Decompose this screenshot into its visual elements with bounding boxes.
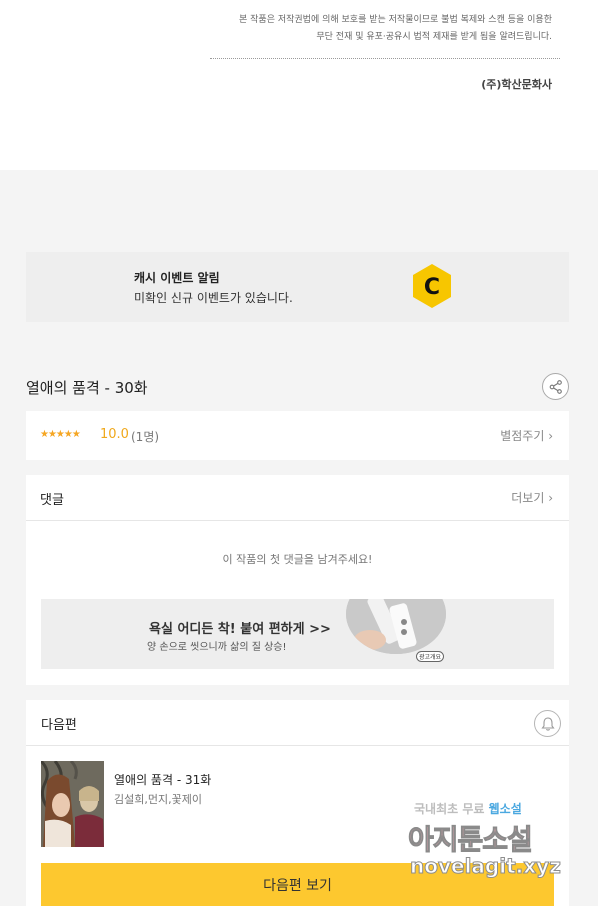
watermark-line-2: 아지툰소설 — [408, 823, 534, 857]
copyright-line-1: 본 작품은 저작권법에 의해 보호를 받는 저작물이므로 불법 복제와 스캔 등… — [239, 15, 552, 25]
copyright-line-2: 무단 전재 및 유포·공유시 법적 제재를 받게 됨을 알려드립니다. — [316, 32, 552, 42]
rating-card: ★★★★★ 10.0 (1명) 별점주기 › — [26, 411, 569, 460]
next-episode-thumbnail[interactable] — [41, 761, 104, 847]
publisher-name: (주)학산문화사 — [481, 78, 552, 91]
next-episode-section-title: 다음편 — [41, 718, 77, 733]
watermark-line-1-highlight: 웹소설 — [488, 802, 522, 816]
watermark-line-1-text: 국내최초 무료 — [414, 802, 489, 816]
rate-button[interactable]: 별점주기 › — [500, 427, 553, 444]
comments-header: 댓글 더보기 › — [26, 475, 569, 521]
svg-text:C: C — [424, 275, 440, 300]
ad-product-image — [346, 599, 446, 654]
next-episode-authors: 김설희,먼지,꽃제이 — [114, 793, 202, 806]
copyright-notice: 본 작품은 저작권법에 의해 보호를 받는 저작물이므로 불법 복제와 스캔 등… — [239, 12, 552, 46]
comments-card: 댓글 더보기 › 이 작품의 첫 댓글을 남겨주세요! 욕실 어디든 착! 붙여… — [26, 475, 569, 685]
ad-label-badge: 광고개요 — [416, 651, 445, 662]
watermark-line-3: novelagit.xyz — [410, 854, 562, 879]
copyright-section: 본 작품은 저작권법에 의해 보호를 받는 저작물이므로 불법 복제와 스캔 등… — [0, 0, 598, 170]
ad-description: 양 손으로 씻으니까 삶의 질 상승! — [147, 642, 287, 653]
cash-event-title: 캐시 이벤트 알림 — [134, 271, 220, 285]
rating-count: (1명) — [131, 430, 160, 444]
watermark: 국내최초 무료 웹소설 아지툰소설 novelagit.xyz — [408, 800, 598, 906]
episode-title: 열애의 품격 - 30화 — [26, 379, 148, 397]
share-icon — [549, 380, 562, 394]
share-button[interactable] — [542, 373, 569, 400]
cash-event-banner[interactable]: 캐시 이벤트 알림 미확인 신규 이벤트가 있습니다. C — [26, 252, 569, 322]
comments-more-link[interactable]: 더보기 › — [511, 489, 553, 506]
cash-event-desc: 미확인 신규 이벤트가 있습니다. — [134, 291, 293, 305]
dotted-divider — [210, 58, 560, 59]
cash-coin-icon: C — [413, 264, 451, 308]
bell-icon — [541, 717, 555, 731]
comments-empty-message: 이 작품의 첫 댓글을 남겨주세요! — [222, 553, 373, 566]
comments-title: 댓글 — [40, 493, 64, 508]
rating-score: 10.0 — [100, 427, 129, 442]
notification-button[interactable] — [534, 710, 561, 737]
ad-title: 욕실 어디든 착! 붙여 편하게 >> — [149, 622, 331, 637]
ad-banner[interactable]: 욕실 어디든 착! 붙여 편하게 >> 양 손으로 씻으니까 삶의 질 상승! … — [41, 599, 554, 669]
next-episode-header: 다음편 — [26, 700, 569, 746]
rating-stars: ★★★★★ — [40, 429, 81, 440]
watermark-line-1: 국내최초 무료 웹소설 — [414, 800, 522, 817]
next-episode-title[interactable]: 열애의 품격 - 31화 — [114, 771, 211, 788]
